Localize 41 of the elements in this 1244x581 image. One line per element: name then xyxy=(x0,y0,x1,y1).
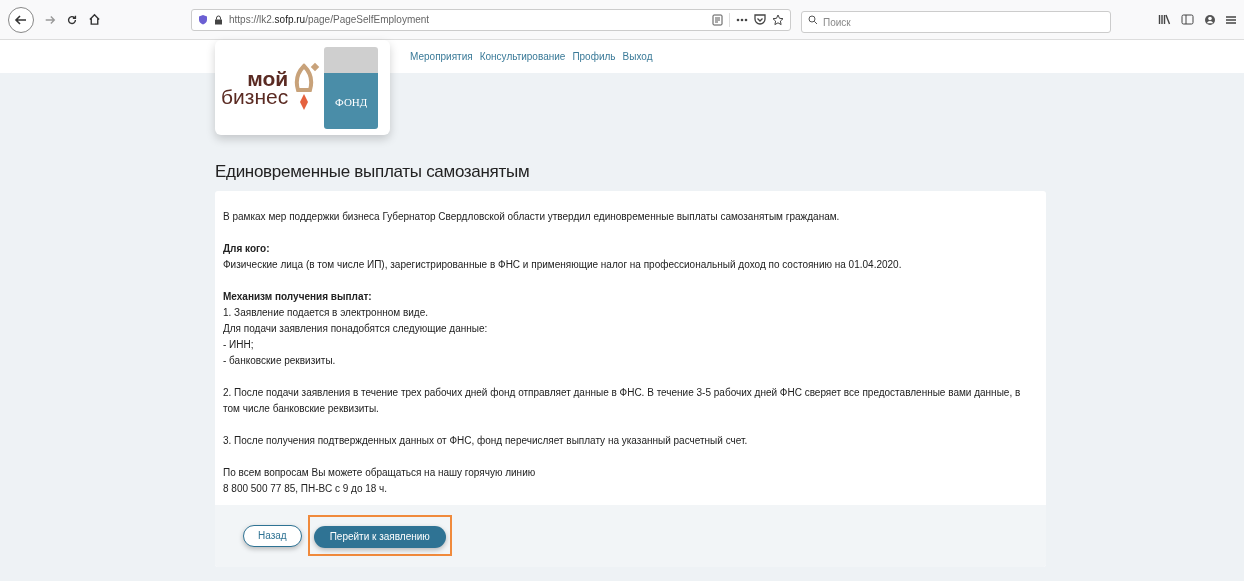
pocket-icon[interactable] xyxy=(754,14,766,25)
apply-button[interactable]: Перейти к заявлению xyxy=(313,525,446,548)
body-text: Для подачи заявления понадобятся следующие данные: xyxy=(223,321,488,336)
address-bar[interactable]: https://lk2.sofp.ru/page/PageSelfEmployment xyxy=(191,8,791,31)
more-icon[interactable] xyxy=(736,17,748,22)
body-text: Физические лица (в том числе ИП), зарегистрированные в ФНС и применяющие налог на профессиональный доход по состоянию на 01.04.2020. xyxy=(223,257,902,272)
section-heading: Для кого: xyxy=(223,241,270,256)
nav-link[interactable]: Мероприятия xyxy=(410,49,473,64)
nav-link[interactable]: Консультирование xyxy=(479,49,566,64)
home-icon[interactable] xyxy=(88,13,101,26)
shield-icon xyxy=(198,14,208,25)
search-field[interactable]: Поиск xyxy=(801,11,1111,33)
url-text: https://lk2.sofp.ru/page/PageSelfEmployment xyxy=(229,13,430,27)
nav-link[interactable]: Профиль xyxy=(572,49,616,64)
body-text: - ИНН; xyxy=(223,337,254,352)
body-text: - банковские реквизиты. xyxy=(223,353,336,368)
fund-logo: ФОНД xyxy=(324,46,379,129)
sidebar-icon[interactable] xyxy=(1181,14,1194,25)
logo-text: бизнес xyxy=(221,87,289,106)
star-icon[interactable] xyxy=(772,13,784,26)
account-icon[interactable] xyxy=(1204,13,1216,26)
body-text: 8 800 500 77 85, ПН-ВС с 9 до 18 ч. xyxy=(223,481,388,496)
forward-icon[interactable] xyxy=(44,13,56,26)
back-arrow-icon xyxy=(14,12,28,27)
back-link-button[interactable]: Назад xyxy=(243,524,302,547)
logo-text: мой xyxy=(247,69,289,88)
body-text: По всем вопросам Вы можете обращаться на нашу горячую линию xyxy=(223,465,536,480)
nav-link[interactable]: Выход xyxy=(622,49,653,64)
body-text: 3. После получения подтвержденных данных от ФНС, фонд перечисляет выплату на указанный расчетный счет. xyxy=(223,433,748,448)
page-title: Единовременные выплаты самозанятым xyxy=(215,161,531,183)
reload-icon[interactable] xyxy=(66,13,78,26)
body-text: 2. После подачи заявления в течение трех рабочих дней фонд отправляет данные в ФНС. В течение 3-5 рабочих дней ФНС сверяет все предоставленные вами данные, в том числе банковские реквизиты. xyxy=(223,385,1022,416)
search-icon xyxy=(808,14,818,25)
lock-icon xyxy=(214,14,223,25)
section-heading: Механизм получения выплат: xyxy=(223,289,372,304)
reader-view-icon[interactable] xyxy=(712,13,723,26)
back-button[interactable] xyxy=(8,6,34,33)
body-text: В рамках мер поддержки бизнеса Губернатор Свердловской области утвердил единовременные выплаты самозанятым гражданам. xyxy=(223,209,840,224)
menu-icon[interactable] xyxy=(1226,14,1236,25)
library-icon[interactable] xyxy=(1158,14,1171,25)
body-text: 1. Заявление подается в электронном виде. xyxy=(223,305,428,320)
